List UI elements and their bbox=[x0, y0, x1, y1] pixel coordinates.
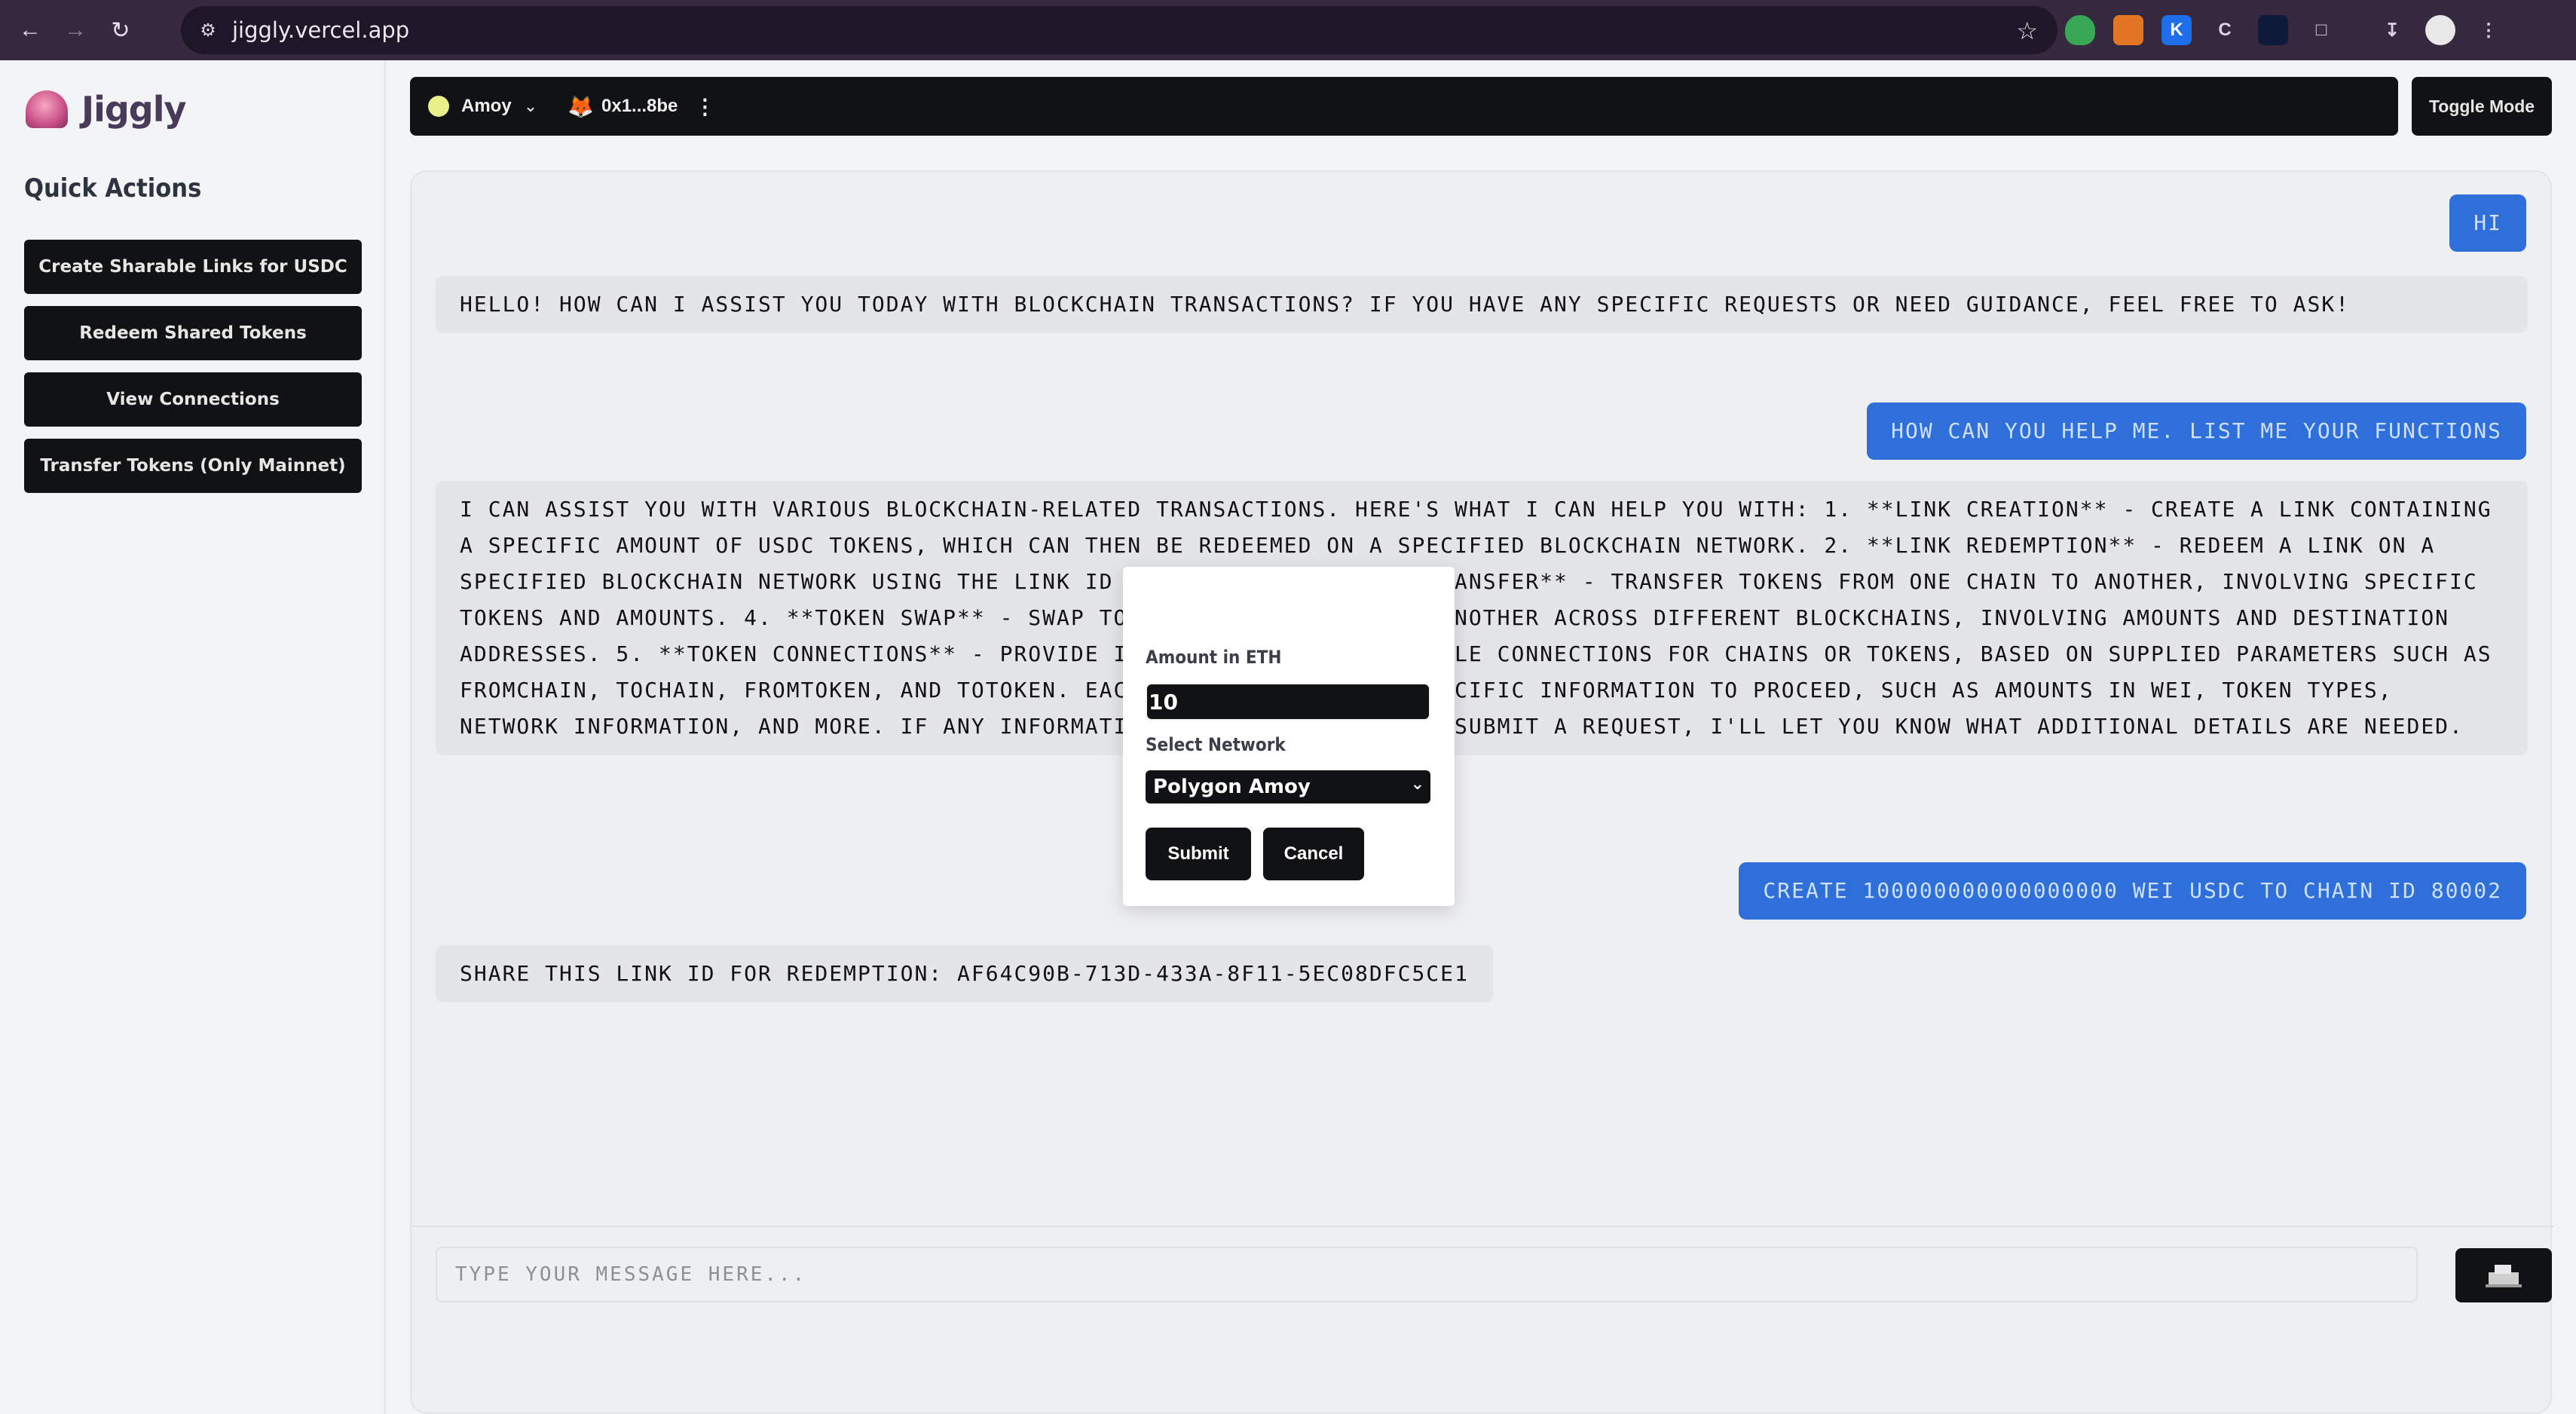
divider bbox=[411, 1226, 2553, 1227]
quick-actions-title: Quick Actions bbox=[24, 173, 202, 204]
toggle-mode-button[interactable]: Toggle Mode bbox=[2412, 77, 2552, 136]
address-bar[interactable]: ⚙ jiggly.vercel.app ☆ bbox=[181, 6, 2057, 54]
metamask-extension-icon[interactable] bbox=[2113, 15, 2143, 45]
url-text: jiggly.vercel.app bbox=[232, 17, 410, 43]
reload-icon[interactable]: ↻ bbox=[106, 15, 136, 45]
brand-name: Jiggly bbox=[81, 89, 186, 130]
chat-message-bot: Share this link ID for redemption: af64c… bbox=[436, 945, 1493, 1002]
chain-icon[interactable] bbox=[428, 96, 449, 117]
ci-extension-icon[interactable]: C bbox=[2210, 15, 2240, 45]
submit-button[interactable]: Submit bbox=[1146, 828, 1251, 880]
shield-extension-icon[interactable] bbox=[2065, 15, 2095, 45]
amount-label: Amount in ETH bbox=[1146, 647, 1282, 668]
network-select[interactable]: Polygon Amoy ⌄ bbox=[1146, 770, 1430, 803]
chat-message-user: Create 100000000000000000 wei USDC to ch… bbox=[1739, 862, 2526, 920]
profile-avatar[interactable] bbox=[2425, 15, 2455, 45]
chain-selector[interactable]: Amoy bbox=[461, 96, 512, 117]
jiggly-logo-icon bbox=[26, 90, 68, 128]
send-button[interactable] bbox=[2455, 1248, 2552, 1302]
forward-icon[interactable]: → bbox=[60, 15, 90, 45]
puzzle-extensions-icon[interactable]: □ bbox=[2306, 15, 2336, 45]
chevron-down-icon[interactable]: ⌄ bbox=[524, 96, 537, 116]
browser-menu-icon[interactable]: ⋮ bbox=[2474, 15, 2504, 45]
metamask-fox-icon: 🦊 bbox=[568, 94, 594, 118]
message-input[interactable] bbox=[436, 1247, 2418, 1302]
chat-panel: Hi Hello! How can I assist you today wit… bbox=[410, 170, 2553, 1414]
transfer-tokens-button[interactable]: Transfer Tokens (Only Mainnet) bbox=[24, 439, 362, 493]
chat-message-user: How can you help me. List me your functi… bbox=[1867, 402, 2526, 460]
chat-message-bot: Hello! How can I assist you today with b… bbox=[436, 276, 2528, 333]
redeem-shared-tokens-button[interactable]: Redeem Shared Tokens bbox=[24, 306, 362, 360]
view-connections-button[interactable]: View Connections bbox=[24, 372, 362, 427]
browser-toolbar: ← → ↻ ⚙ jiggly.vercel.app ☆ K C □ ↧ ⋮ bbox=[0, 0, 2576, 60]
wallet-bar: Amoy ⌄ 🦊 0x1...8be ⋮ bbox=[410, 77, 2398, 136]
cancel-button[interactable]: Cancel bbox=[1263, 828, 1364, 880]
site-settings-icon[interactable]: ⚙ bbox=[194, 17, 222, 44]
download-icon[interactable]: ↧ bbox=[2377, 15, 2407, 45]
k-extension-icon[interactable]: K bbox=[2161, 15, 2192, 45]
chart-extension-icon[interactable] bbox=[2258, 15, 2288, 45]
extensions-row: K C □ ↧ ⋮ bbox=[2065, 11, 2504, 50]
amount-input[interactable] bbox=[1146, 683, 1430, 721]
sidebar: Jiggly Quick Actions Create Sharable Lin… bbox=[0, 60, 386, 1414]
send-amount-modal: Amount in ETH Select Network Polygon Amo… bbox=[1123, 567, 1455, 906]
chat-message-bot: I can assist you with various blockchain… bbox=[436, 481, 2528, 755]
brand: Jiggly bbox=[26, 89, 186, 130]
back-icon[interactable]: ← bbox=[15, 15, 45, 45]
network-value: Polygon Amoy bbox=[1153, 776, 1311, 798]
wallet-address[interactable]: 0x1...8be bbox=[601, 96, 678, 117]
chat-message-user: Hi bbox=[2449, 194, 2526, 252]
create-sharable-links-button[interactable]: Create Sharable Links for USDC bbox=[24, 240, 362, 294]
chevron-down-icon: ⌄ bbox=[1410, 775, 1424, 794]
network-label: Select Network bbox=[1146, 734, 1286, 755]
more-options-icon[interactable]: ⋮ bbox=[694, 94, 715, 119]
bookmark-star-icon[interactable]: ☆ bbox=[2016, 17, 2038, 45]
send-icon bbox=[2486, 1265, 2522, 1287]
main-area: Amoy ⌄ 🦊 0x1...8be ⋮ Toggle Mode Hi Hell… bbox=[387, 60, 2576, 1414]
